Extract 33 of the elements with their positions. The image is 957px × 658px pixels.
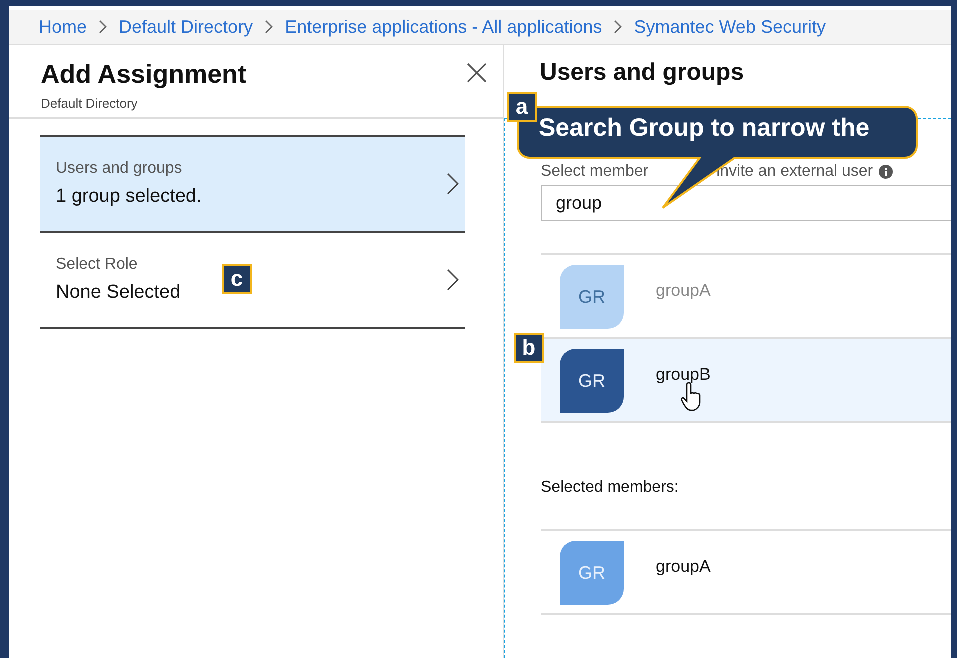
field-label: Select member	[541, 163, 649, 181]
breadcrumb-link[interactable]: Symantec Web Security	[634, 16, 826, 38]
step-marker: a	[507, 92, 537, 122]
search-field[interactable]: group	[541, 185, 951, 221]
section-label: Selected members:	[541, 479, 680, 497]
avatar: GR	[560, 349, 624, 413]
group-name: groupA	[656, 557, 711, 577]
breadcrumb-link[interactable]: Home	[39, 16, 88, 38]
panel-subtitle: Default Directory	[41, 96, 139, 111]
step-marker: c	[222, 264, 252, 294]
step-marker: b	[514, 333, 544, 363]
item-value: 1 group selected.	[56, 186, 202, 208]
chevron-icon	[614, 20, 622, 34]
item-label: Users and groups	[56, 160, 184, 178]
group-name: groupA	[656, 281, 711, 301]
callout-text: Search Group to narrow the	[539, 114, 870, 143]
avatar: GR	[560, 265, 624, 329]
chevron-icon	[447, 173, 459, 195]
assignment-item[interactable]: Users and groups 1 group selected.	[40, 135, 465, 233]
breadcrumb-link[interactable]: Enterprise applications - All applications	[285, 16, 602, 38]
close-icon[interactable]	[467, 63, 487, 83]
avatar: GR	[560, 541, 624, 605]
item-label: Select Role	[56, 256, 139, 274]
panel-title: Users and groups	[539, 58, 746, 88]
chevron-icon	[265, 20, 274, 34]
result-row[interactable]: GR groupB	[541, 339, 951, 423]
chevron-icon	[99, 20, 108, 34]
group-name: groupB	[656, 365, 711, 385]
info-icon[interactable]	[879, 165, 894, 179]
panel-title: Add Assignment	[41, 59, 247, 90]
item-value: None Selected	[56, 282, 181, 304]
breadcrumb-link[interactable]: Default Directory	[119, 16, 254, 38]
chevron-icon	[447, 269, 459, 291]
